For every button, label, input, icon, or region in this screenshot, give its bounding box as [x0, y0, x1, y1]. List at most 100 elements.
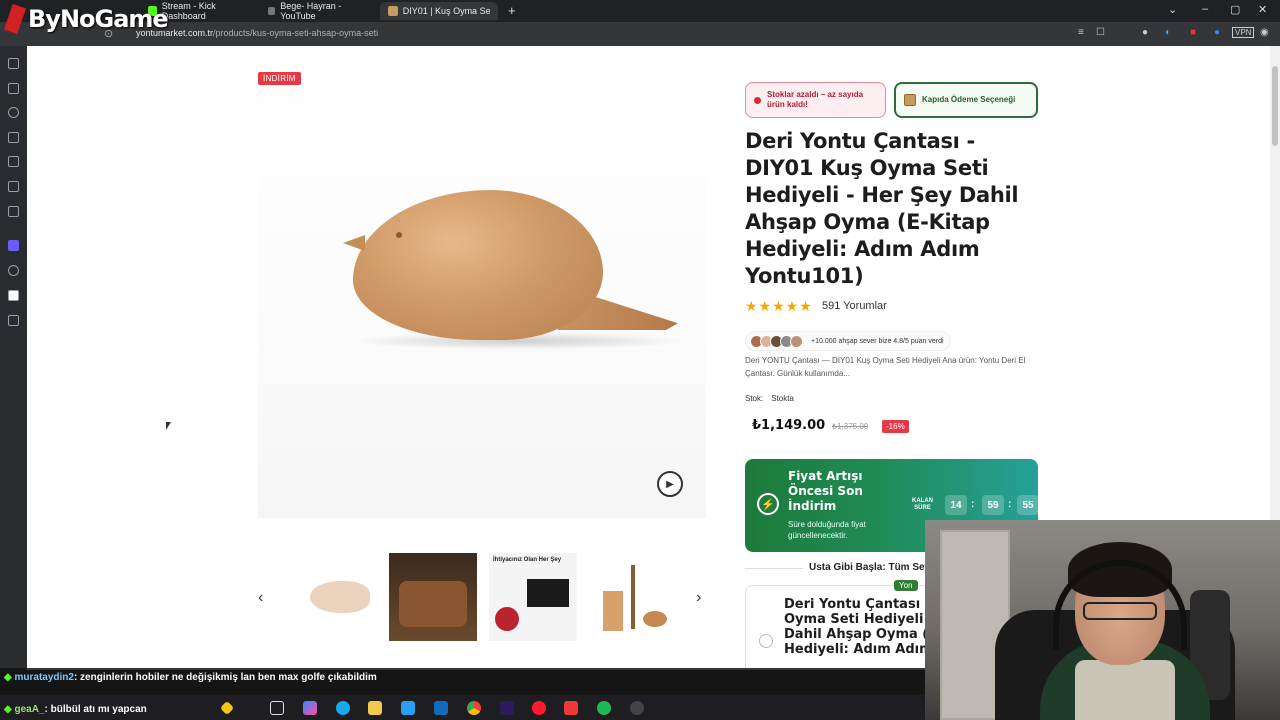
edge-icon[interactable]	[336, 701, 350, 715]
reader-mode-icon[interactable]: ≡	[1078, 27, 1084, 38]
tab-search-icon[interactable]: ⌄	[1168, 3, 1177, 16]
carousel-prev-icon[interactable]: ‹	[258, 589, 263, 607]
payment-text: Kapıda Ödeme Seçeneği	[922, 95, 1016, 104]
minimize-button[interactable]: –	[1202, 3, 1208, 15]
reading-list-icon[interactable]	[8, 181, 19, 192]
thumbnail-everything-needed[interactable]: İhtiyacınız Olan Her Şey	[489, 553, 577, 641]
profile-icon[interactable]: ◉	[1260, 27, 1269, 38]
window-panel-icon[interactable]	[8, 206, 19, 217]
wikipedia-icon[interactable]	[8, 290, 19, 301]
thumb-wood-block	[603, 591, 623, 631]
thumb-bird-shape	[310, 581, 370, 613]
premiere-icon[interactable]	[500, 701, 514, 715]
reviews-link[interactable]: 591 Yorumlar	[822, 300, 887, 312]
promo-subtitle: Süre dolduğunda fiyat güncellenecektir.	[788, 520, 866, 540]
cash-on-delivery-pill: Kapıda Ödeme Seçeneği	[894, 82, 1038, 118]
timer-colon: :	[971, 499, 975, 510]
bird-eye	[396, 232, 402, 238]
old-price: ₺1,375.00	[832, 422, 869, 431]
store-icon[interactable]	[401, 701, 415, 715]
webcam-overlay	[925, 520, 1280, 720]
close-window-button[interactable]: ✕	[1258, 3, 1267, 16]
downloads-panel-icon[interactable]	[8, 83, 19, 94]
product-description: Deri YONTU Çantası — DIY01 Kuş Oyma Seti…	[745, 356, 1026, 378]
opera-icon[interactable]	[532, 701, 546, 715]
thumb-bird-small	[643, 611, 667, 627]
tab-youtube[interactable]: Bege- Hayran - YouTube	[260, 1, 378, 21]
tab-title: Bege- Hayran - YouTube	[280, 1, 342, 21]
add-panel-icon[interactable]	[8, 315, 19, 326]
chat-username: murataydin2	[14, 672, 74, 683]
chat-text: : bülbül atı mı yapcan	[44, 704, 147, 715]
browser-sidebar	[0, 46, 27, 670]
web-panel-icon[interactable]	[8, 265, 19, 276]
social-proof-text: +10.000 ahşap sever bize 4.8/5 puan verd…	[811, 337, 944, 345]
bundle-radio[interactable]	[759, 634, 773, 648]
new-tab-button[interactable]: +	[508, 3, 516, 18]
extension-wave-icon[interactable]: ◖	[1164, 27, 1170, 38]
vivaldi-icon[interactable]	[564, 701, 578, 715]
stock-row: Stok: Stokta	[745, 394, 794, 403]
thumb-label: İhtiyacınız Olan Her Şey	[493, 557, 562, 563]
thumbnail-knife-tools[interactable]	[589, 553, 677, 641]
alert-dot-icon	[754, 96, 761, 104]
file-explorer-icon[interactable]	[368, 701, 382, 715]
channel-logo: ByNoGame	[0, 2, 175, 36]
browser-tab-bar: Stream - Kick Dashboard Bege- Hayran - Y…	[0, 0, 1280, 22]
remaining-time-label: KALAN SÜRE	[912, 498, 933, 512]
glasses	[1083, 602, 1157, 620]
extension-blue-icon[interactable]: ●	[1214, 27, 1220, 38]
notes-panel-icon[interactable]	[8, 132, 19, 143]
chat-message: ◆ geaA_: bülbül atı mı yapcan	[4, 704, 147, 715]
thumb-knife	[631, 565, 635, 629]
spotify-icon[interactable]	[597, 701, 611, 715]
mastodon-icon[interactable]	[8, 240, 19, 251]
current-price: ₺1,149.00	[752, 418, 826, 433]
wooden-bird	[353, 190, 603, 340]
remaining-label-2: SÜRE	[914, 505, 931, 511]
divider	[745, 568, 803, 569]
product-main-image[interactable]: ▶	[258, 70, 706, 518]
play-video-button[interactable]: ▶	[657, 471, 683, 497]
tab-yontumarket[interactable]: DIY01 | Kuş Oyma Seti | Ba	[380, 2, 498, 20]
remaining-label-1: KALAN	[912, 498, 933, 504]
rating-stars-icon: ★★★★★	[745, 298, 813, 314]
package-icon	[904, 94, 916, 106]
outlook-icon[interactable]	[434, 701, 448, 715]
thumbnail-bird[interactable]	[296, 553, 384, 641]
timer-hours: 14	[945, 495, 967, 515]
extension-shield-icon[interactable]: ■	[1190, 27, 1196, 38]
thumbnail-carousel: ‹ İhtiyacınız Olan Her Şey ›	[258, 553, 706, 641]
social-proof: +10.000 ahşap sever bize 4.8/5 puan verd…	[745, 331, 951, 351]
maximize-button[interactable]: ▢	[1230, 3, 1240, 16]
logo-mark-icon	[4, 4, 26, 34]
extension-dot-icon[interactable]: ●	[1142, 27, 1148, 38]
timer-seconds: 55	[1017, 495, 1039, 515]
kick-badge-icon: ◆	[4, 704, 12, 715]
chrome-icon[interactable]	[467, 701, 481, 715]
bookmark-icon[interactable]: ☐	[1096, 27, 1105, 38]
vpn-icon[interactable]: VPN	[1232, 27, 1255, 38]
lightning-icon: ⚡	[757, 493, 779, 515]
discount-badge: İNDİRİM	[258, 72, 301, 85]
task-view-icon[interactable]	[270, 701, 284, 715]
logo-text: ByNoGame	[28, 5, 169, 33]
site-favicon-icon	[388, 6, 398, 16]
thumb-seal-shape	[495, 607, 519, 631]
bundle-tag: Yon	[894, 580, 918, 591]
kick-badge-icon: ◆	[4, 672, 12, 683]
thumbnail-leather-bag[interactable]	[389, 553, 477, 641]
obs-icon[interactable]	[630, 701, 644, 715]
address-bar: ⊙ yontumarket.com.tr/products/kus-oyma-s…	[0, 22, 1280, 46]
bookmarks-panel-icon[interactable]	[8, 58, 19, 69]
translate-panel-icon[interactable]	[8, 156, 19, 167]
carousel-next-icon[interactable]: ›	[696, 589, 701, 607]
url-path: /products/kus-oyma-seti-ahsap-oyma-seti	[213, 28, 379, 38]
speaker-icon	[268, 7, 276, 15]
windows-taskbar: ◆ geaA_: bülbül atı mı yapcan	[0, 695, 925, 720]
scrollbar-thumb[interactable]	[1272, 66, 1278, 146]
tab-title: DIY01 | Kuş Oyma Seti | Ba	[402, 6, 490, 16]
chat-message: ◆ murataydin2: zenginlerin hobiler ne de…	[4, 670, 384, 685]
history-panel-icon[interactable]	[8, 107, 19, 118]
copilot-icon[interactable]	[303, 701, 317, 715]
